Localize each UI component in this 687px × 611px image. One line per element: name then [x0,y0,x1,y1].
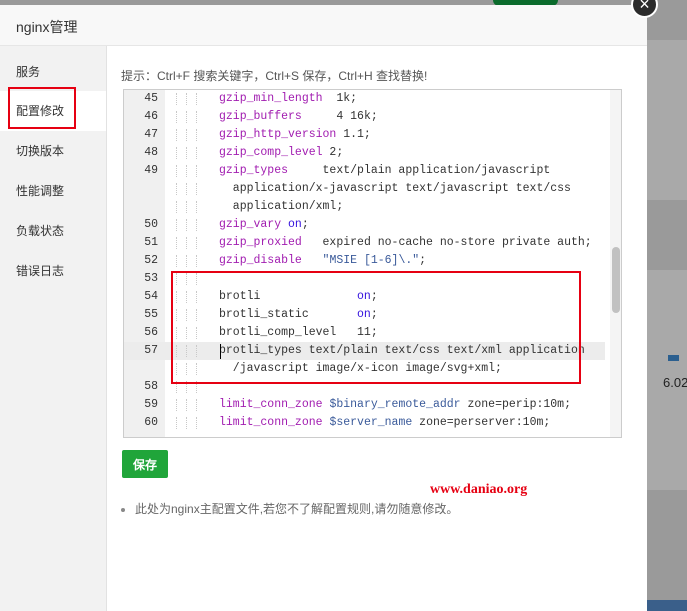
sidebar-item-load-status[interactable]: 负载状态 [0,211,106,251]
scrollbar-thumb[interactable] [612,247,620,313]
line-number: 58 [144,380,158,393]
code-text: gzip_vary on; [219,218,309,231]
line-number: 49 [144,164,158,177]
sidebar-item-error-log[interactable]: 错误日志 [0,251,106,291]
line-number: 51 [144,236,158,249]
code-line: 47 gzip_http_version 1.1; [124,126,605,144]
shortcut-hint: 提示：Ctrl+F 搜索关键字，Ctrl+S 保存，Ctrl+H 查找替换! [121,69,428,83]
line-number: 47 [144,128,158,141]
indent-guides [176,90,206,108]
code-line: 48 gzip_comp_level 2; [124,144,605,162]
line-number: 45 [144,92,158,105]
code-line: application/xml; [124,198,605,216]
bullet-icon [121,507,125,512]
code-text: gzip_min_length 1k; [219,92,358,105]
code-line: 50 gzip_vary on; [124,216,605,234]
code-line: 46 gzip_buffers 4 16k; [124,108,605,126]
code-text: gzip_types text/plain application/javasc… [219,164,551,177]
code-line: 60 limit_conn_zone $server_name zone=pers… [124,414,605,432]
highlight-box-sidebar [8,87,76,129]
line-number: 59 [144,398,158,411]
code-text: gzip_comp_level 2; [219,146,344,159]
config-editor[interactable]: 45 gzip_min_length 1k; 46 gzip_buffers 4 16… [123,89,622,438]
code-line: 52 gzip_disable "MSIE [1-6]\."; [124,252,605,270]
indent-guides [176,108,206,126]
background-bar [668,355,679,361]
indent-guides [176,252,206,270]
code-text: gzip_buffers 4 16k; [219,110,378,123]
line-number: 56 [144,326,158,339]
watermark: www.daniao.org [430,482,528,497]
line-number: 54 [144,290,158,303]
code-line: 51 gzip_proxied expired no-cache no-store… [124,234,605,252]
line-number: 53 [144,272,158,285]
code-text: limit_conn_zone $binary_remote_addr zone… [219,398,571,411]
sidebar: 服务 配置修改 切换版本 性能调整 负载状态 错误日志 [0,46,107,611]
sidebar-item-switch-version[interactable]: 切换版本 [0,131,106,171]
indent-guides [176,198,206,216]
indent-guides [176,216,206,234]
line-number: 50 [144,218,158,231]
indent-guides [176,144,206,162]
background-card [647,40,687,200]
indent-guides [176,162,206,180]
indent-guides [176,234,206,252]
code-text: gzip_http_version 1.1; [219,128,371,141]
modal-header: nginx管理 [0,5,647,46]
code-text: gzip_disable "MSIE [1-6]\."; [219,254,427,267]
indent-guides [176,396,206,414]
config-note: 此处为nginx主配置文件,若您不了解配置规则,请勿随意修改。 [121,500,458,517]
line-number: 60 [144,416,158,429]
sidebar-item-performance[interactable]: 性能调整 [0,171,106,211]
code-text: application/xml; [219,200,344,213]
line-number: 55 [144,308,158,321]
sidebar-item-service[interactable]: 服务 [0,52,106,92]
code-text: application/x-javascript text/javascript… [219,182,571,195]
line-number: 52 [144,254,158,267]
line-number: 46 [144,110,158,123]
editor-scrollbar[interactable] [610,90,621,437]
highlight-box-brotli [171,271,581,384]
indent-guides [176,126,206,144]
code-line: application/x-javascript text/javascript… [124,180,605,198]
indent-guides [176,414,206,432]
code-text: limit_conn_zone $server_name zone=perser… [219,416,551,429]
code-text: gzip_proxied expired no-cache no-store p… [219,236,592,249]
config-note-text: 此处为nginx主配置文件,若您不了解配置规则,请勿随意修改。 [135,502,459,516]
indent-guides [176,180,206,198]
save-button[interactable]: 保存 [122,450,168,478]
background-number: 6.02 [663,375,687,390]
modal-title: nginx管理 [16,19,78,35]
code-line: 59 limit_conn_zone $binary_remote_addr zo… [124,396,605,414]
line-number: 48 [144,146,158,159]
code-line: 45 gzip_min_length 1k; [124,90,605,108]
code-line: 49 gzip_types text/plain application/java… [124,162,605,180]
line-number: 57 [144,344,158,357]
